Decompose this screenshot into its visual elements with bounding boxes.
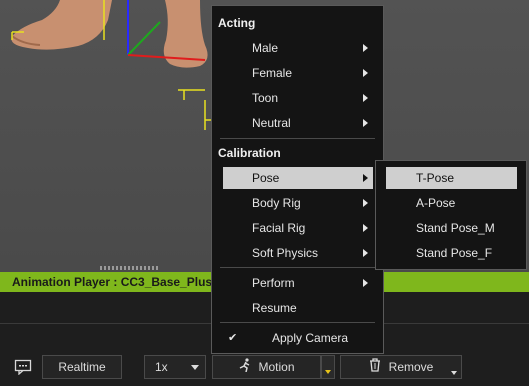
menu-item-apply-camera[interactable]: ✔ Apply Camera	[223, 327, 373, 349]
submenu-item-label: T-Pose	[416, 171, 455, 185]
chevron-right-icon	[363, 279, 368, 287]
submenu-item-label: Stand Pose_M	[416, 221, 495, 235]
trash-icon	[369, 357, 381, 379]
chevron-right-icon	[363, 94, 368, 102]
comment-icon[interactable]	[14, 359, 32, 376]
menu-item-resume[interactable]: Resume	[223, 297, 373, 319]
menu-item-label: Soft Physics	[252, 246, 319, 260]
realtime-button[interactable]: Realtime	[42, 355, 122, 379]
motion-button[interactable]: Motion	[212, 355, 321, 379]
speed-dropdown[interactable]: 1x	[144, 355, 206, 379]
submenu-item-a-pose[interactable]: A-Pose	[386, 192, 517, 214]
menu-item-perform[interactable]: Perform	[223, 272, 373, 294]
calibration-section-header: Calibration	[218, 146, 281, 160]
menu-item-label: Body Rig	[252, 196, 301, 210]
context-menu: Acting Male Female Toon Neutral Calibrat…	[211, 5, 384, 354]
menu-item-label: Apply Camera	[272, 331, 349, 345]
chevron-right-icon	[363, 44, 368, 52]
menu-item-toon[interactable]: Toon	[223, 87, 373, 109]
chevron-right-icon	[363, 119, 368, 127]
acting-section-header: Acting	[218, 16, 256, 30]
submenu-item-label: A-Pose	[416, 196, 456, 210]
remove-label: Remove	[388, 360, 434, 374]
animation-player-title: Animation Player : CC3_Base_Plus	[12, 275, 213, 289]
menu-item-female[interactable]: Female	[223, 62, 373, 84]
menu-item-label: Male	[252, 41, 279, 55]
menu-item-label: Perform	[252, 276, 295, 290]
menu-item-label: Facial Rig	[252, 221, 306, 235]
running-figure-icon	[238, 357, 252, 379]
check-icon: ✔	[228, 332, 238, 344]
chevron-down-icon	[325, 370, 331, 374]
realtime-label: Realtime	[58, 360, 106, 374]
chevron-down-icon	[191, 365, 199, 370]
panel-resize-grip[interactable]	[100, 266, 160, 270]
chevron-right-icon	[363, 199, 368, 207]
motion-label: Motion	[258, 360, 295, 374]
chevron-right-icon	[363, 174, 368, 182]
menu-item-label: Toon	[252, 91, 279, 105]
chevron-right-icon	[363, 224, 368, 232]
chevron-right-icon	[363, 69, 368, 77]
menu-item-label: Pose	[252, 171, 280, 185]
menu-item-label: Female	[252, 66, 293, 80]
menu-item-body-rig[interactable]: Body Rig	[223, 192, 373, 214]
menu-item-label: Neutral	[252, 116, 291, 130]
menu-item-facial-rig[interactable]: Facial Rig	[223, 217, 373, 239]
submenu-item-label: Stand Pose_F	[416, 246, 493, 260]
menu-item-pose[interactable]: Pose	[223, 167, 373, 189]
chevron-right-icon	[363, 249, 368, 257]
menu-item-male[interactable]: Male	[223, 37, 373, 59]
submenu-item-stand-pose-f[interactable]: Stand Pose_F	[386, 242, 517, 264]
motion-dropdown-toggle[interactable]	[321, 355, 335, 379]
menu-separator	[220, 322, 375, 323]
chevron-down-icon	[451, 371, 457, 375]
speed-value: 1x	[155, 360, 168, 374]
menu-item-label: Resume	[252, 301, 297, 315]
submenu-item-stand-pose-m[interactable]: Stand Pose_M	[386, 217, 517, 239]
pose-submenu: T-Pose A-Pose Stand Pose_M Stand Pose_F	[375, 160, 527, 270]
submenu-item-t-pose[interactable]: T-Pose	[386, 167, 517, 189]
menu-item-soft-physics[interactable]: Soft Physics	[223, 242, 373, 264]
remove-button[interactable]: Remove	[340, 355, 462, 379]
menu-item-neutral[interactable]: Neutral	[223, 112, 373, 134]
menu-separator	[220, 138, 375, 139]
menu-separator	[220, 267, 375, 268]
